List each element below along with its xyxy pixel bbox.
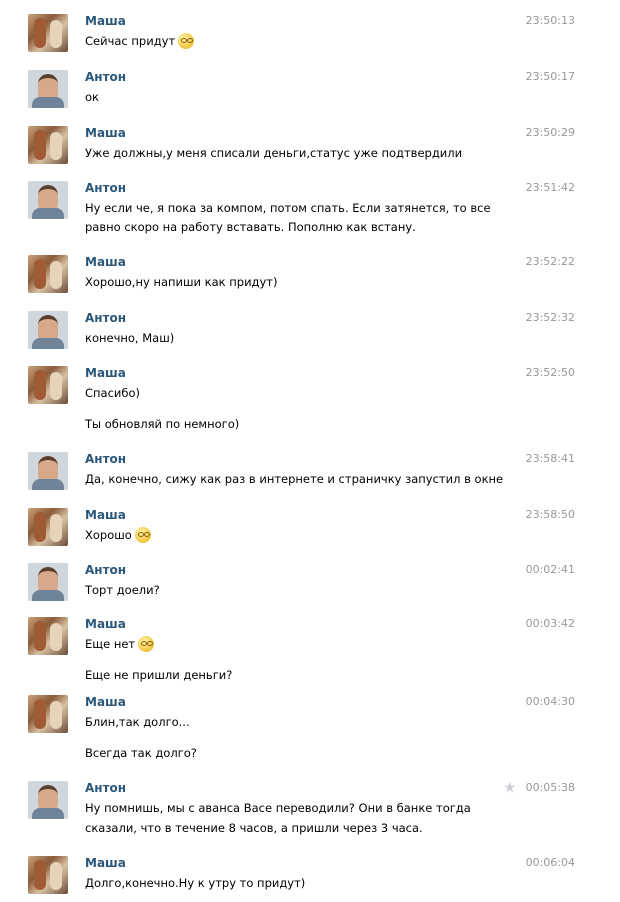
- message-time: 23:52:32: [525, 311, 575, 324]
- anton-avatar[interactable]: [28, 563, 68, 601]
- sender-name[interactable]: Антон: [85, 311, 126, 325]
- masha-avatar[interactable]: [28, 126, 68, 164]
- message-time: 23:52:22: [525, 255, 575, 268]
- message-time: 00:04:30: [525, 695, 575, 708]
- masha-avatar[interactable]: [28, 508, 68, 546]
- message-time: 23:50:13: [525, 14, 575, 27]
- masha-avatar[interactable]: [28, 695, 68, 733]
- message-time: 23:50:29: [525, 126, 575, 139]
- sender-name[interactable]: Маша: [85, 856, 126, 870]
- message-text: Да, конечно, сижу как раз в интернете и …: [85, 472, 504, 486]
- anton-avatar[interactable]: [28, 181, 68, 219]
- sender-name[interactable]: Антон: [85, 70, 126, 84]
- sender-name[interactable]: Маша: [85, 366, 126, 380]
- sender-name[interactable]: Антон: [85, 563, 126, 577]
- message-text: ок: [85, 90, 99, 104]
- sender-name[interactable]: Маша: [85, 617, 126, 631]
- sender-name[interactable]: Маша: [85, 126, 126, 140]
- message-text: Ну если че, я пока за компом, потом спат…: [85, 201, 491, 215]
- message-text: Еще не пришли деньги?: [85, 668, 233, 682]
- masha-avatar[interactable]: [28, 255, 68, 293]
- message-time: 00:05:38: [525, 781, 575, 794]
- message-time: 00:06:04: [525, 856, 575, 869]
- sender-name[interactable]: Антон: [85, 181, 126, 195]
- message-text: Блин,так долго...: [85, 715, 190, 729]
- anton-avatar[interactable]: [28, 311, 68, 349]
- message-text: Еще нет: [85, 635, 155, 654]
- masha-avatar[interactable]: [28, 366, 68, 404]
- message-time: 23:58:50: [525, 508, 575, 521]
- sender-name[interactable]: Антон: [85, 781, 126, 795]
- message-text: Хорошо: [85, 526, 151, 545]
- sender-name[interactable]: Маша: [85, 14, 126, 28]
- sender-name[interactable]: Маша: [85, 695, 126, 709]
- anton-avatar[interactable]: [28, 452, 68, 490]
- masha-avatar[interactable]: [28, 856, 68, 894]
- sender-name[interactable]: Маша: [85, 255, 126, 269]
- masha-avatar[interactable]: [28, 617, 68, 655]
- message-text: Уже должны,у меня списали деньги,статус …: [85, 146, 463, 160]
- anton-avatar[interactable]: [28, 781, 68, 819]
- chat-history: Маша 23:50:13 Сейчас придут Антон 23:50:…: [0, 0, 620, 902]
- message-text: Спасибо): [85, 386, 141, 400]
- message-text: равно скоро на работу вставать. Пополню …: [85, 220, 416, 234]
- masha-avatar[interactable]: [28, 14, 68, 52]
- grin-smiley-icon: [138, 636, 155, 652]
- message-text: Долго,конечно.Ну к утру то придут): [85, 876, 306, 890]
- message-time: 00:02:41: [525, 563, 575, 576]
- message-text: Хорошо,ну напиши как придут): [85, 275, 278, 289]
- sender-name[interactable]: Антон: [85, 452, 126, 466]
- message-text: Сейчас придут: [85, 32, 195, 51]
- message-time: 23:58:41: [525, 452, 575, 465]
- message-time: 23:50:17: [525, 70, 575, 83]
- message-text: Ну помнишь, мы с аванса Васе переводили?…: [85, 801, 471, 815]
- message-text: сказали, что в течение 8 часов, а пришли…: [85, 821, 423, 835]
- message-time: 23:52:50: [525, 366, 575, 379]
- confused-smiley-icon: [134, 527, 151, 543]
- message-text: Всегда так долго?: [85, 746, 197, 760]
- message-time: 23:51:42: [525, 181, 575, 194]
- message-time: 00:03:42: [525, 617, 575, 630]
- message-text: Ты обновляй по немного): [85, 417, 240, 431]
- confused-smiley-icon: [178, 33, 195, 49]
- star-icon[interactable]: ★: [503, 780, 516, 796]
- message-text: Торт доели?: [85, 583, 160, 597]
- sender-name[interactable]: Маша: [85, 508, 126, 522]
- anton-avatar[interactable]: [28, 70, 68, 108]
- message-text: конечно, Маш): [85, 331, 175, 345]
